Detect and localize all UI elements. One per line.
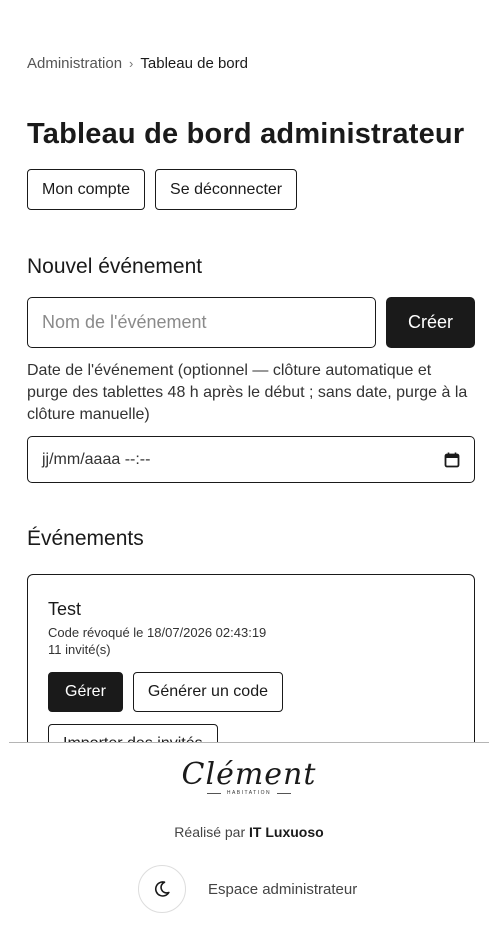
main-content: Administration › Tableau de bord Tableau… <box>0 0 498 742</box>
logo-wordmark: Clément <box>181 757 317 792</box>
breadcrumb-root[interactable]: Administration <box>27 55 122 72</box>
create-event-form: Nom de l'événement Créer <box>27 297 475 348</box>
account-actions: Mon compte Se déconnecter <box>27 169 298 210</box>
made-by-prefix: Réalisé par <box>174 824 246 840</box>
event-date-value: jj/mm/aaaa --:-- <box>42 450 151 468</box>
create-event-button[interactable]: Créer <box>386 297 475 348</box>
event-card: Test Code révoqué le 18/07/2026 02:43:19… <box>27 574 475 742</box>
event-status: Code révoqué le 18/07/2026 02:43:19 <box>48 625 267 640</box>
breadcrumb: Administration › Tableau de bord <box>27 55 248 72</box>
event-date-hint: Date de l'événement (optionnel — clôture… <box>27 362 468 423</box>
logo-rule-right <box>277 792 292 794</box>
generate-code-button[interactable]: Générer un code <box>132 672 283 712</box>
event-name-input[interactable]: Nom de l'événement <box>27 297 376 348</box>
event-guest-count: 11 invité(s) <box>48 642 111 657</box>
page: Administration › Tableau de bord Tableau… <box>0 0 498 929</box>
import-guests-button[interactable]: Importer des invités <box>48 724 218 742</box>
manage-event-button[interactable]: Gérer <box>48 672 123 712</box>
logout-button[interactable]: Se déconnecter <box>155 169 298 210</box>
logo-subtitle-row: HABITATION <box>9 790 489 796</box>
event-title: Test <box>48 599 82 619</box>
new-event-heading: Nouvel événement <box>27 255 203 278</box>
my-account-button[interactable]: Mon compte <box>27 169 146 210</box>
logo-rule-left <box>206 792 221 794</box>
made-by: Réalisé par IT Luxuoso <box>9 824 489 840</box>
admin-space-link[interactable]: Espace administrateur <box>208 881 357 898</box>
theme-toggle-button[interactable] <box>138 865 186 913</box>
event-actions-secondary: Importer des invités <box>48 724 454 742</box>
page-title: Tableau de bord administrateur <box>27 118 465 150</box>
brand-logo: Clément HABITATION <box>9 757 489 796</box>
made-by-name[interactable]: IT Luxuoso <box>249 824 324 840</box>
events-heading: Événements <box>27 527 144 550</box>
breadcrumb-current: Tableau de bord <box>140 55 248 72</box>
logo-subtitle: HABITATION <box>226 790 272 796</box>
footer: Clément HABITATION Réalisé par IT Luxuos… <box>9 742 489 929</box>
moon-icon <box>154 881 170 897</box>
calendar-icon[interactable] <box>444 452 460 468</box>
event-date-input[interactable]: jj/mm/aaaa --:-- <box>27 436 475 483</box>
event-name-placeholder: Nom de l'événement <box>42 312 207 332</box>
event-actions: Gérer Générer un code <box>48 672 454 712</box>
footer-actions: Espace administrateur <box>138 865 357 913</box>
breadcrumb-separator: › <box>129 56 134 71</box>
